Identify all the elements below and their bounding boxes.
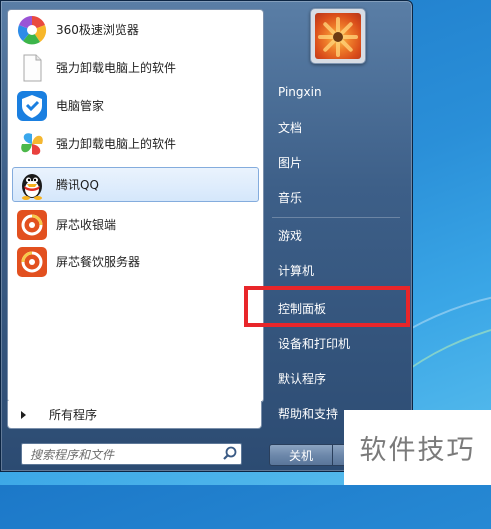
right-item-label: 默认程序 xyxy=(278,371,327,386)
programs-pane: 360极速浏览器 强力卸载电脑上的软件 电脑管家 强力卸载电脑上的软件 腾讯QQ… xyxy=(7,9,264,409)
program-item-pingxin-cashier[interactable]: 屏芯收银端 xyxy=(12,207,259,242)
uninstaller-icon xyxy=(16,128,48,160)
right-item-label: 计算机 xyxy=(278,263,315,278)
watermark: 软件技巧 xyxy=(344,410,491,485)
program-item-qq[interactable]: 腾讯QQ xyxy=(12,167,259,202)
right-item-devices-printers[interactable]: 设备和打印机 xyxy=(269,328,407,358)
all-programs-button[interactable]: 所有程序 xyxy=(7,401,262,429)
control-panel-highlight-box xyxy=(244,286,410,327)
shutdown-label: 关机 xyxy=(288,448,313,463)
right-item-label: 设备和打印机 xyxy=(278,336,351,351)
qq-penguin-icon xyxy=(16,169,48,201)
right-item-documents[interactable]: 文档 xyxy=(269,112,407,142)
right-item-label: 游戏 xyxy=(278,228,303,243)
program-label: 360极速浏览器 xyxy=(56,23,139,37)
right-item-label: 帮助和支持 xyxy=(278,406,339,421)
start-menu: 360极速浏览器 强力卸载电脑上的软件 电脑管家 强力卸载电脑上的软件 腾讯QQ… xyxy=(0,0,413,472)
pingxin-cashier-icon xyxy=(16,209,48,241)
program-label: 强力卸载电脑上的软件 xyxy=(56,61,177,75)
program-label: 强力卸载电脑上的软件 xyxy=(56,137,177,151)
right-item-label: Pingxin xyxy=(278,85,322,99)
search-input[interactable]: 搜索程序和文件 xyxy=(21,443,242,465)
program-item-pc-manager[interactable]: 电脑管家 xyxy=(12,88,259,123)
pingxin-server-icon xyxy=(16,246,48,278)
program-label: 电脑管家 xyxy=(56,99,105,113)
watermark-text: 软件技巧 xyxy=(359,435,476,466)
program-item-360-browser[interactable]: 360极速浏览器 xyxy=(12,12,259,47)
program-label: 屏芯收银端 xyxy=(56,218,117,232)
shutdown-button[interactable]: 关机 xyxy=(269,444,333,466)
program-item-pingxin-server[interactable]: 屏芯餐饮服务器 xyxy=(12,244,259,279)
right-item-default-programs[interactable]: 默认程序 xyxy=(269,363,407,393)
right-item-user[interactable]: Pingxin xyxy=(269,77,407,107)
all-programs-label: 所有程序 xyxy=(49,408,98,422)
right-item-label: 图片 xyxy=(278,155,303,170)
right-item-music[interactable]: 音乐 xyxy=(269,182,407,212)
program-item-uninstaller[interactable]: 强力卸载电脑上的软件 xyxy=(12,126,259,161)
program-label: 腾讯QQ xyxy=(56,178,99,192)
right-item-pictures[interactable]: 图片 xyxy=(269,147,407,177)
search-icon[interactable] xyxy=(219,444,241,464)
triangle-right-icon xyxy=(21,410,26,419)
right-item-label: 文档 xyxy=(278,120,303,135)
program-label: 屏芯餐饮服务器 xyxy=(56,255,141,269)
flower-picture xyxy=(315,13,361,59)
right-item-computer[interactable]: 计算机 xyxy=(269,255,407,285)
tencent-pc-manager-icon xyxy=(16,90,48,122)
right-separator xyxy=(272,217,400,218)
360-browser-icon xyxy=(16,14,48,46)
program-item-uninstaller-doc[interactable]: 强力卸载电脑上的软件 xyxy=(12,50,259,85)
user-avatar[interactable] xyxy=(310,8,366,64)
search-placeholder: 搜索程序和文件 xyxy=(30,447,115,462)
right-item-label: 音乐 xyxy=(278,190,303,205)
right-item-games[interactable]: 游戏 xyxy=(269,220,407,250)
blank-document-icon xyxy=(16,52,48,84)
